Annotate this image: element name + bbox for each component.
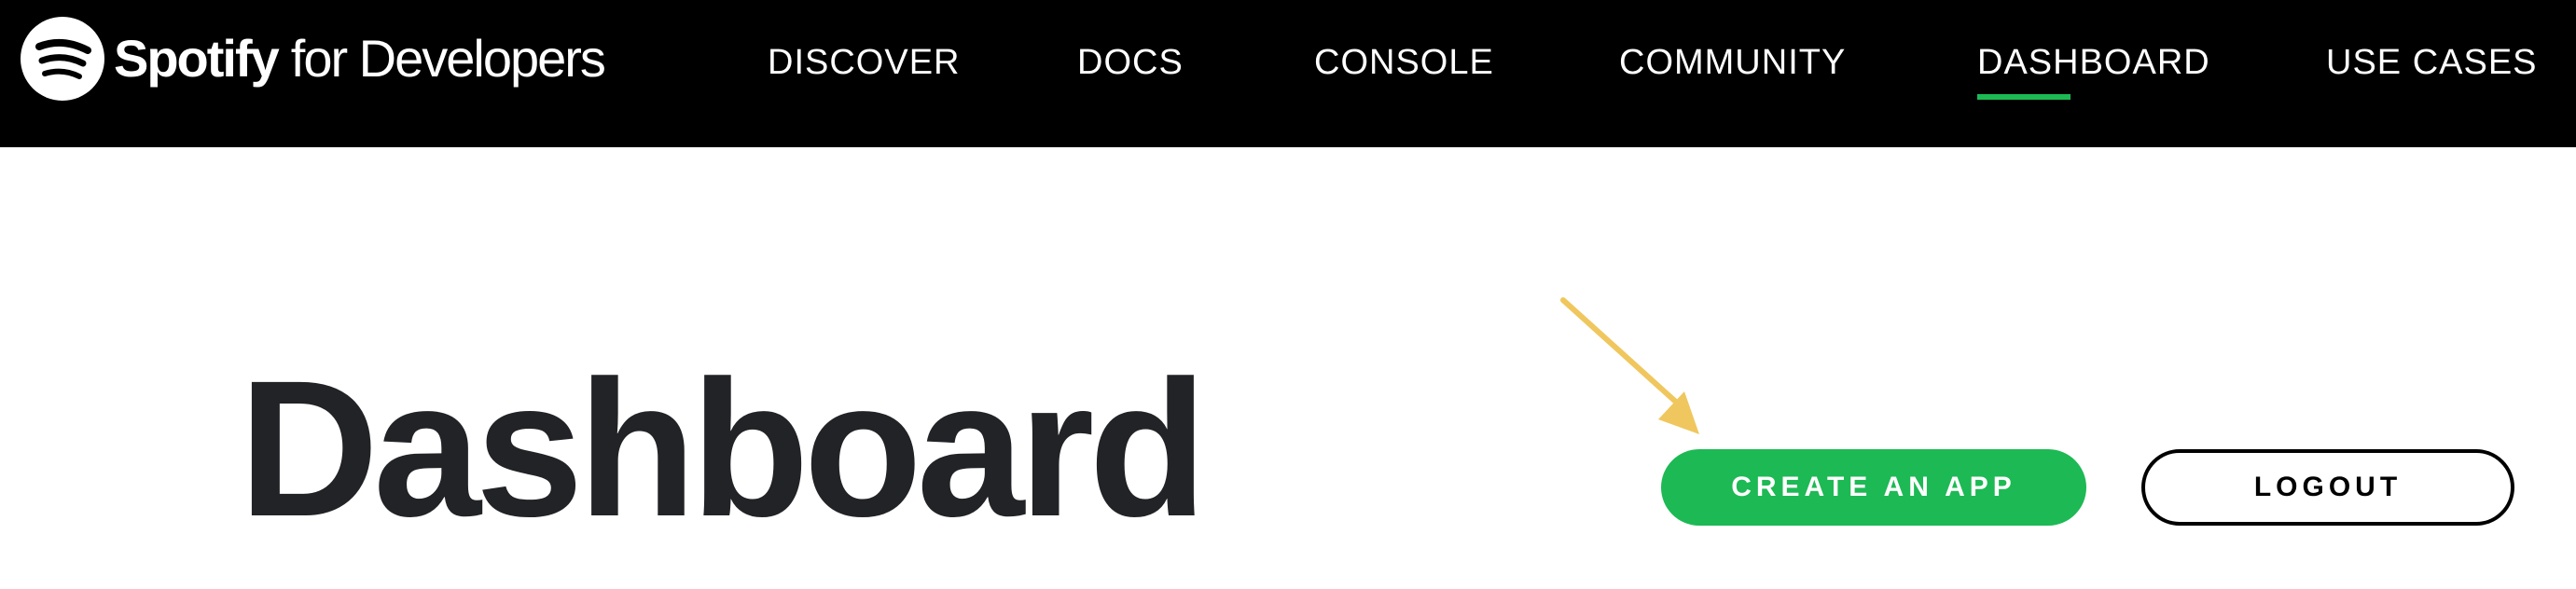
- arrow-icon: [1560, 297, 1699, 434]
- top-navigation-bar: Spotify for Developers DISCOVER DOCS CON…: [0, 0, 2576, 147]
- spotify-logo-icon: [21, 17, 104, 101]
- brand-home-link[interactable]: Spotify for Developers: [21, 17, 606, 101]
- nav-item-dashboard[interactable]: DASHBOARD: [1977, 41, 2210, 84]
- nav-item-community[interactable]: COMMUNITY: [1619, 41, 1846, 84]
- page-title: Dashboard: [239, 341, 1207, 557]
- brand-name: Spotify: [114, 29, 280, 88]
- nav-item-discover[interactable]: DISCOVER: [768, 41, 960, 84]
- nav-active-indicator: [1977, 94, 2070, 100]
- brand-suffix: for Developers: [290, 29, 606, 88]
- create-app-button[interactable]: CREATE AN APP: [1661, 449, 2086, 526]
- nav-item-use-cases[interactable]: USE CASES: [2326, 41, 2538, 84]
- nav-item-console[interactable]: CONSOLE: [1314, 41, 1494, 84]
- nav-item-docs[interactable]: DOCS: [1077, 41, 1184, 84]
- logout-button[interactable]: LOGOUT: [2141, 449, 2514, 526]
